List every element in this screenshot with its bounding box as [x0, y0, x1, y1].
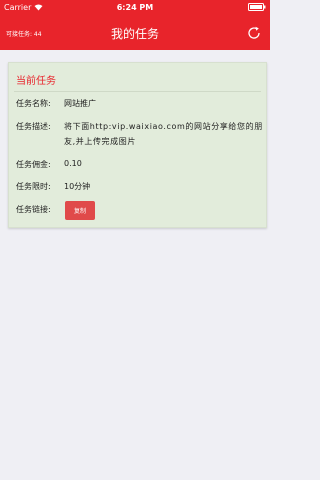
task-name-label: 任务名称: — [16, 99, 51, 108]
task-time-value: 10分钟 — [64, 182, 91, 191]
card-divider — [14, 91, 261, 92]
status-bar: Carrier 6:24 PM — [0, 0, 270, 16]
page-title: 我的任务 — [110, 27, 159, 41]
nav-bar: 可接任务: 44 我的任务 — [0, 16, 270, 50]
task-time-label: 任务限时: — [16, 182, 51, 191]
task-desc-value: 将下面http:vip.waixiao.com的网站分享给您的朋友,并上传完成图… — [64, 122, 263, 146]
refresh-icon[interactable] — [246, 25, 262, 41]
current-task-card: 当前任务 任务名称: 网站推广 任务描述: 将下面http:vip.waixia… — [8, 62, 267, 228]
task-reward-label: 任务佣金: — [16, 160, 51, 169]
screen: Carrier 6:24 PM 可接任务: 44 我的任务 当前任务 任务名称:… — [0, 0, 270, 480]
copy-button[interactable]: 复制 — [65, 201, 95, 220]
task-desc-label: 任务描述: — [16, 122, 51, 131]
task-reward-value: 0.10 — [64, 159, 82, 168]
battery-icon — [248, 3, 266, 11]
card-title: 当前任务 — [16, 76, 56, 87]
task-link-label: 任务链接: — [16, 205, 51, 214]
task-name-value: 网站推广 — [64, 99, 96, 108]
status-time: 6:24 PM — [116, 3, 154, 12]
